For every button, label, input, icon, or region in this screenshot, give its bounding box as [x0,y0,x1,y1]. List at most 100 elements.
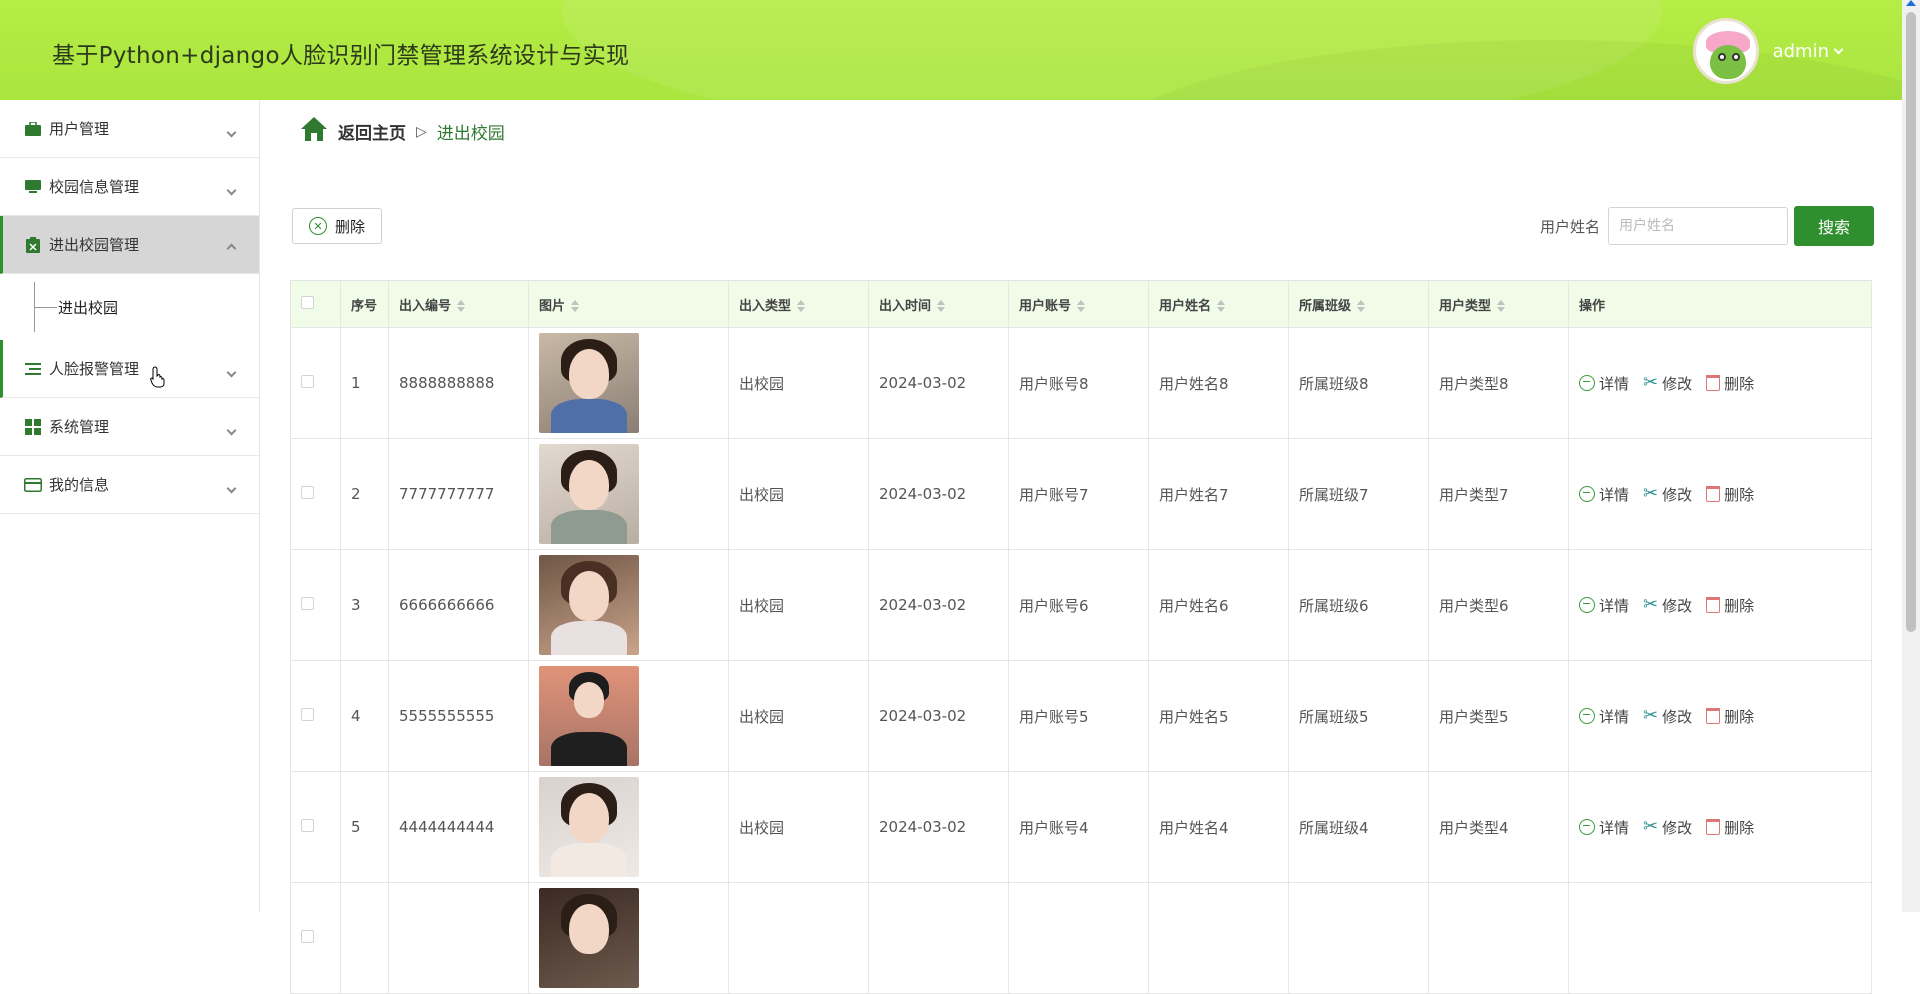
card-icon [24,477,42,493]
cell-index: 3 [340,549,389,661]
edit-button[interactable]: ✂ 修改 [1643,373,1692,394]
cell-account: 用户账号7 [1008,438,1149,550]
row-checkbox[interactable] [301,708,314,721]
breadcrumb-home-link[interactable]: 返回主页 [338,119,406,144]
sidebar-subitem-campus-entry-exit[interactable]: 进出校园 [0,274,259,340]
close-circle-icon: ✕ [308,217,327,235]
search-input[interactable] [1608,207,1788,245]
select-all-checkbox[interactable] [301,295,314,309]
search-bar: 用户姓名 搜索 [1540,206,1874,246]
sort-icon[interactable] [797,300,806,312]
cell-time: 2024-03-02 [868,438,1009,550]
row-select[interactable] [290,771,341,883]
top-header: 基于Python+django人脸识别门禁管理系统设计与实现 admin [0,0,1902,100]
cell-actions: 详情 ✂ 修改 删除 [1568,327,1872,439]
sort-icon[interactable] [1497,300,1506,312]
cell-photo [528,882,729,994]
sidebar: 用户管理 校园信息管理 进出校园管理 进出校园 人脸报警管理 系统管理 我的信息 [0,100,260,912]
edit-button[interactable]: ✂ 修改 [1643,706,1692,727]
sidebar-item-campus-access[interactable]: 进出校园管理 [0,216,259,274]
column-header[interactable]: 所属班级 [1288,280,1429,328]
sort-icon[interactable] [571,300,580,312]
face-photo[interactable] [539,888,639,988]
row-select[interactable] [290,327,341,439]
chevron-down-icon [226,483,237,494]
scrollbar-thumb[interactable] [1906,12,1916,632]
user-name-dropdown[interactable]: admin [1773,41,1844,62]
delete-button[interactable]: 删除 [1706,373,1754,394]
sidebar-item-campus-info[interactable]: 校园信息管理 [0,158,259,216]
cell-photo [528,549,729,661]
cell-user-type [1428,882,1569,994]
edit-button[interactable]: ✂ 修改 [1643,817,1692,838]
header-select-all[interactable] [290,280,341,328]
user-menu[interactable]: admin [1692,18,1844,84]
delete-button[interactable]: 删除 [1706,484,1754,505]
records-table: 序号 出入编号 图片 出入类型 出入时间 用户账号 用户姓名 所属班级 用户类型… [290,280,1872,994]
row-checkbox[interactable] [301,930,314,943]
cell-time: 2024-03-02 [868,549,1009,661]
sidebar-item-label: 系统管理 [49,418,110,436]
clipboard-icon [24,236,42,253]
face-photo[interactable] [539,777,639,877]
detail-button[interactable]: 详情 [1579,373,1629,394]
row-checkbox[interactable] [301,375,314,388]
column-header[interactable]: 用户姓名 [1148,280,1289,328]
column-header[interactable]: 出入时间 [868,280,1009,328]
row-checkbox[interactable] [301,597,314,610]
cell-type [728,882,869,994]
cell-time: 2024-03-02 [868,660,1009,772]
cell-type: 出校园 [728,327,869,439]
column-header[interactable]: 图片 [528,280,729,328]
sidebar-item-user-management[interactable]: 用户管理 [0,100,259,158]
sidebar-item-system-management[interactable]: 系统管理 [0,398,259,456]
vertical-scrollbar[interactable] [1902,0,1920,912]
column-header[interactable]: 用户类型 [1428,280,1569,328]
sidebar-item-my-info[interactable]: 我的信息 [0,456,259,514]
scroll-up-icon[interactable] [1906,0,1916,6]
search-button[interactable]: 搜索 [1794,206,1874,246]
detail-button[interactable]: 详情 [1579,817,1629,838]
detail-button[interactable]: 详情 [1579,595,1629,616]
cell-user-type: 用户类型4 [1428,771,1569,883]
sort-icon[interactable] [457,300,466,312]
batch-delete-button[interactable]: ✕ 删除 [292,208,382,244]
edit-button[interactable]: ✂ 修改 [1643,595,1692,616]
sidebar-item-label: 用户管理 [49,120,110,138]
row-select[interactable] [290,882,341,994]
detail-button[interactable]: 详情 [1579,484,1629,505]
row-select[interactable] [290,549,341,661]
detail-button[interactable]: 详情 [1579,706,1629,727]
sort-icon[interactable] [1217,300,1226,312]
delete-button[interactable]: 删除 [1706,817,1754,838]
column-header[interactable]: 用户账号 [1008,280,1149,328]
cell-account [1008,882,1149,994]
cell-name [1148,882,1289,994]
cell-code: 6666666666 [388,549,529,661]
cell-name: 用户姓名7 [1148,438,1289,550]
edit-button[interactable]: ✂ 修改 [1643,484,1692,505]
face-photo[interactable] [539,666,639,766]
cell-photo [528,438,729,550]
face-photo[interactable] [539,555,639,655]
sort-icon[interactable] [937,300,946,312]
avatar[interactable] [1692,18,1759,84]
face-photo[interactable] [539,333,639,433]
wrench-icon: ✂ [1643,372,1659,393]
row-select[interactable] [290,438,341,550]
row-checkbox[interactable] [301,486,314,499]
sidebar-subitem-label: 进出校园 [58,298,119,317]
sort-icon[interactable] [1357,300,1366,312]
sort-icon[interactable] [1077,300,1086,312]
table-row: 1 8888888888 出校园 2024-03-02 用户账号8 用户姓名8 … [290,327,1872,439]
home-icon[interactable] [300,116,328,147]
column-header[interactable]: 出入类型 [728,280,869,328]
row-checkbox[interactable] [301,819,314,832]
column-header[interactable]: 出入编号 [388,280,529,328]
toolbar: ✕ 删除 用户姓名 搜索 [292,206,1874,246]
row-select[interactable] [290,660,341,772]
face-photo[interactable] [539,444,639,544]
sidebar-item-face-alarm[interactable]: 人脸报警管理 [0,340,259,398]
delete-button[interactable]: 删除 [1706,706,1754,727]
delete-button[interactable]: 删除 [1706,595,1754,616]
